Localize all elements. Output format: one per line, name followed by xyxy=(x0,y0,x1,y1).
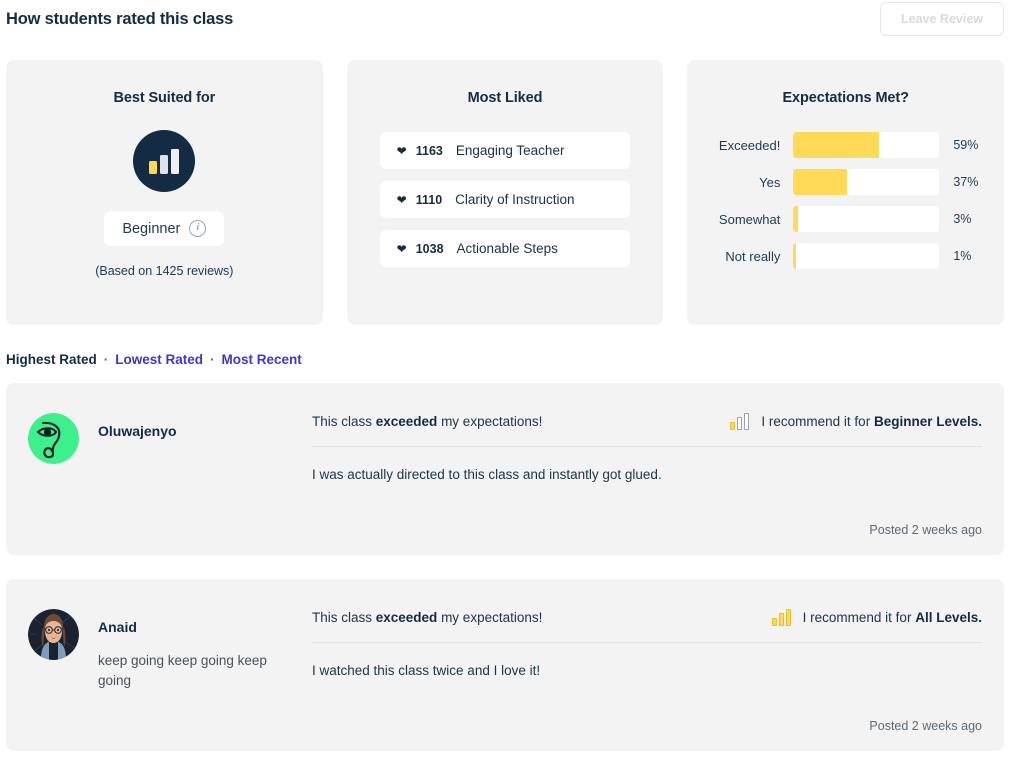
list-item[interactable]: ❤ 1038 Actionable Steps xyxy=(379,230,631,267)
expectation-percent: 37% xyxy=(953,175,979,189)
expectation-row: Not really 1% xyxy=(697,243,982,269)
verdict-prefix: This class xyxy=(312,610,376,625)
stats-cards: Best Suited for Beginner i (Based on 142… xyxy=(0,60,1010,325)
review-header: This class exceeded my expectations! I r… xyxy=(312,609,982,642)
info-icon[interactable]: i xyxy=(189,220,207,237)
review-body: I was actually directed to this class an… xyxy=(312,467,662,482)
review-card: Oluwajenyo This class exceeded my expect… xyxy=(6,383,1004,555)
review-timestamp: Posted 2 weeks ago xyxy=(869,719,982,733)
sort-separator: · xyxy=(210,352,215,367)
review-timestamp: Posted 2 weeks ago xyxy=(869,523,982,537)
review-header: This class exceeded my expectations! I r… xyxy=(312,413,982,446)
verdict-emphasis: exceeded xyxy=(375,610,438,625)
verdict-emphasis: exceeded xyxy=(375,414,438,429)
review-card: Anaid keep going keep going keep going T… xyxy=(6,579,1004,751)
expectation-row: Somewhat 3% xyxy=(697,206,982,232)
expectation-row: Yes 37% xyxy=(697,169,982,195)
rec-prefix: I recommend it for xyxy=(761,414,874,429)
expectation-label: Somewhat xyxy=(718,211,781,227)
recommendation-text: I recommend it for Beginner Levels. xyxy=(761,414,982,429)
recommendation-text: I recommend it for All Levels. xyxy=(803,610,982,625)
sort-option-highest-rated[interactable]: Highest Rated xyxy=(6,352,97,367)
expectation-track xyxy=(793,169,940,195)
level-bars-beginner-icon xyxy=(730,413,750,430)
expectation-label: Exceeded! xyxy=(718,137,781,153)
card-expectations-title: Expectations Met? xyxy=(782,90,909,106)
liked-label: Actionable Steps xyxy=(456,241,558,256)
reviews-page: How students rated this class Leave Revi… xyxy=(0,2,1010,763)
leave-review-button[interactable]: Leave Review xyxy=(880,2,1004,36)
expectation-percent: 3% xyxy=(953,212,972,226)
expectation-track xyxy=(793,132,940,158)
review-recommendation: I recommend it for All Levels. xyxy=(771,609,982,626)
expectation-percent: 1% xyxy=(953,249,972,263)
verdict-suffix: my expectations! xyxy=(437,414,543,429)
sort-option-most-recent[interactable]: Most Recent xyxy=(222,352,302,367)
expectations-bar-chart: Exceeded! 59% Yes 37% Somewhat 3% Not re… xyxy=(687,132,1004,269)
expectation-fill xyxy=(793,243,797,269)
avatar-oluwajenyo[interactable] xyxy=(28,413,79,464)
page-title: How students rated this class xyxy=(6,9,234,28)
liked-count: 1038 xyxy=(415,241,444,256)
verdict-prefix: This class xyxy=(312,414,376,429)
expectation-fill xyxy=(793,132,880,158)
review-verdict: This class exceeded my expectations! xyxy=(312,414,542,429)
heart-icon: ❤ xyxy=(396,192,407,207)
expectation-track xyxy=(793,243,940,269)
liked-label: Clarity of Instruction xyxy=(455,192,575,207)
expectation-percent: 59% xyxy=(953,138,979,152)
reviews-sortbar: Highest Rated · Lowest Rated · Most Rece… xyxy=(0,352,1010,367)
review-author: Anaid keep going keep going keep going xyxy=(28,601,312,733)
list-item[interactable]: ❤ 1110 Clarity of Instruction xyxy=(379,181,631,218)
reviewer-name: Oluwajenyo xyxy=(98,423,177,439)
review-content: This class exceeded my expectations! I r… xyxy=(312,405,982,537)
expectation-fill xyxy=(793,206,798,232)
expectation-label: Yes xyxy=(759,174,781,190)
rec-prefix: I recommend it for xyxy=(802,610,916,625)
reviews-list: Oluwajenyo This class exceeded my expect… xyxy=(0,383,1010,751)
most-liked-list: ❤ 1163 Engaging Teacher ❤ 1110 Clarity o… xyxy=(347,132,664,267)
avatar-anaid[interactable] xyxy=(28,609,79,660)
card-best-suited: Best Suited for Beginner i (Based on 142… xyxy=(6,60,323,325)
card-most-liked: Most Liked ❤ 1163 Engaging Teacher ❤ 111… xyxy=(346,60,664,325)
sort-option-lowest-rated[interactable]: Lowest Rated xyxy=(115,352,203,367)
heart-icon: ❤ xyxy=(396,143,407,158)
based-on-reviews-text: (Based on 1425 reviews) xyxy=(95,264,234,278)
card-most-liked-title: Most Liked xyxy=(467,90,543,106)
reviewer-name: Anaid xyxy=(98,619,137,635)
review-author: Oluwajenyo xyxy=(28,405,312,537)
level-pill-label: Beginner xyxy=(122,220,181,237)
expectation-track xyxy=(793,206,940,232)
verdict-suffix: my expectations! xyxy=(437,610,543,625)
liked-count: 1110 xyxy=(415,192,443,207)
liked-count: 1163 xyxy=(415,143,443,158)
expectation-row: Exceeded! 59% xyxy=(697,132,982,158)
review-author-info: Anaid keep going keep going keep going xyxy=(98,609,268,733)
list-item[interactable]: ❤ 1163 Engaging Teacher xyxy=(379,132,631,169)
rec-level: All Levels. xyxy=(915,610,982,625)
expectation-fill xyxy=(793,169,848,195)
review-recommendation: I recommend it for Beginner Levels. xyxy=(730,413,982,430)
review-body: I watched this class twice and I love it… xyxy=(312,663,541,678)
reviewer-bio: keep going keep going keep going xyxy=(98,653,267,688)
page-header: How students rated this class Leave Revi… xyxy=(0,2,1010,36)
level-bars-all-levels-icon xyxy=(771,609,791,626)
review-author-info: Oluwajenyo xyxy=(98,413,177,537)
heart-icon: ❤ xyxy=(396,241,407,256)
review-content: This class exceeded my expectations! I r… xyxy=(312,601,982,733)
sort-separator: · xyxy=(103,352,109,367)
liked-label: Engaging Teacher xyxy=(455,143,565,158)
review-verdict: This class exceeded my expectations! xyxy=(312,610,542,625)
expectation-label: Not really xyxy=(725,248,781,264)
card-expectations-met: Expectations Met? Exceeded! 59% Yes 37% xyxy=(687,60,1005,325)
level-bars-circle-icon xyxy=(133,130,196,192)
best-suited-body: Beginner i (Based on 1425 reviews) xyxy=(6,106,323,278)
level-pill[interactable]: Beginner i xyxy=(104,211,225,246)
rec-level: Beginner Levels. xyxy=(873,414,982,429)
card-best-suited-title: Best Suited for xyxy=(113,90,216,106)
